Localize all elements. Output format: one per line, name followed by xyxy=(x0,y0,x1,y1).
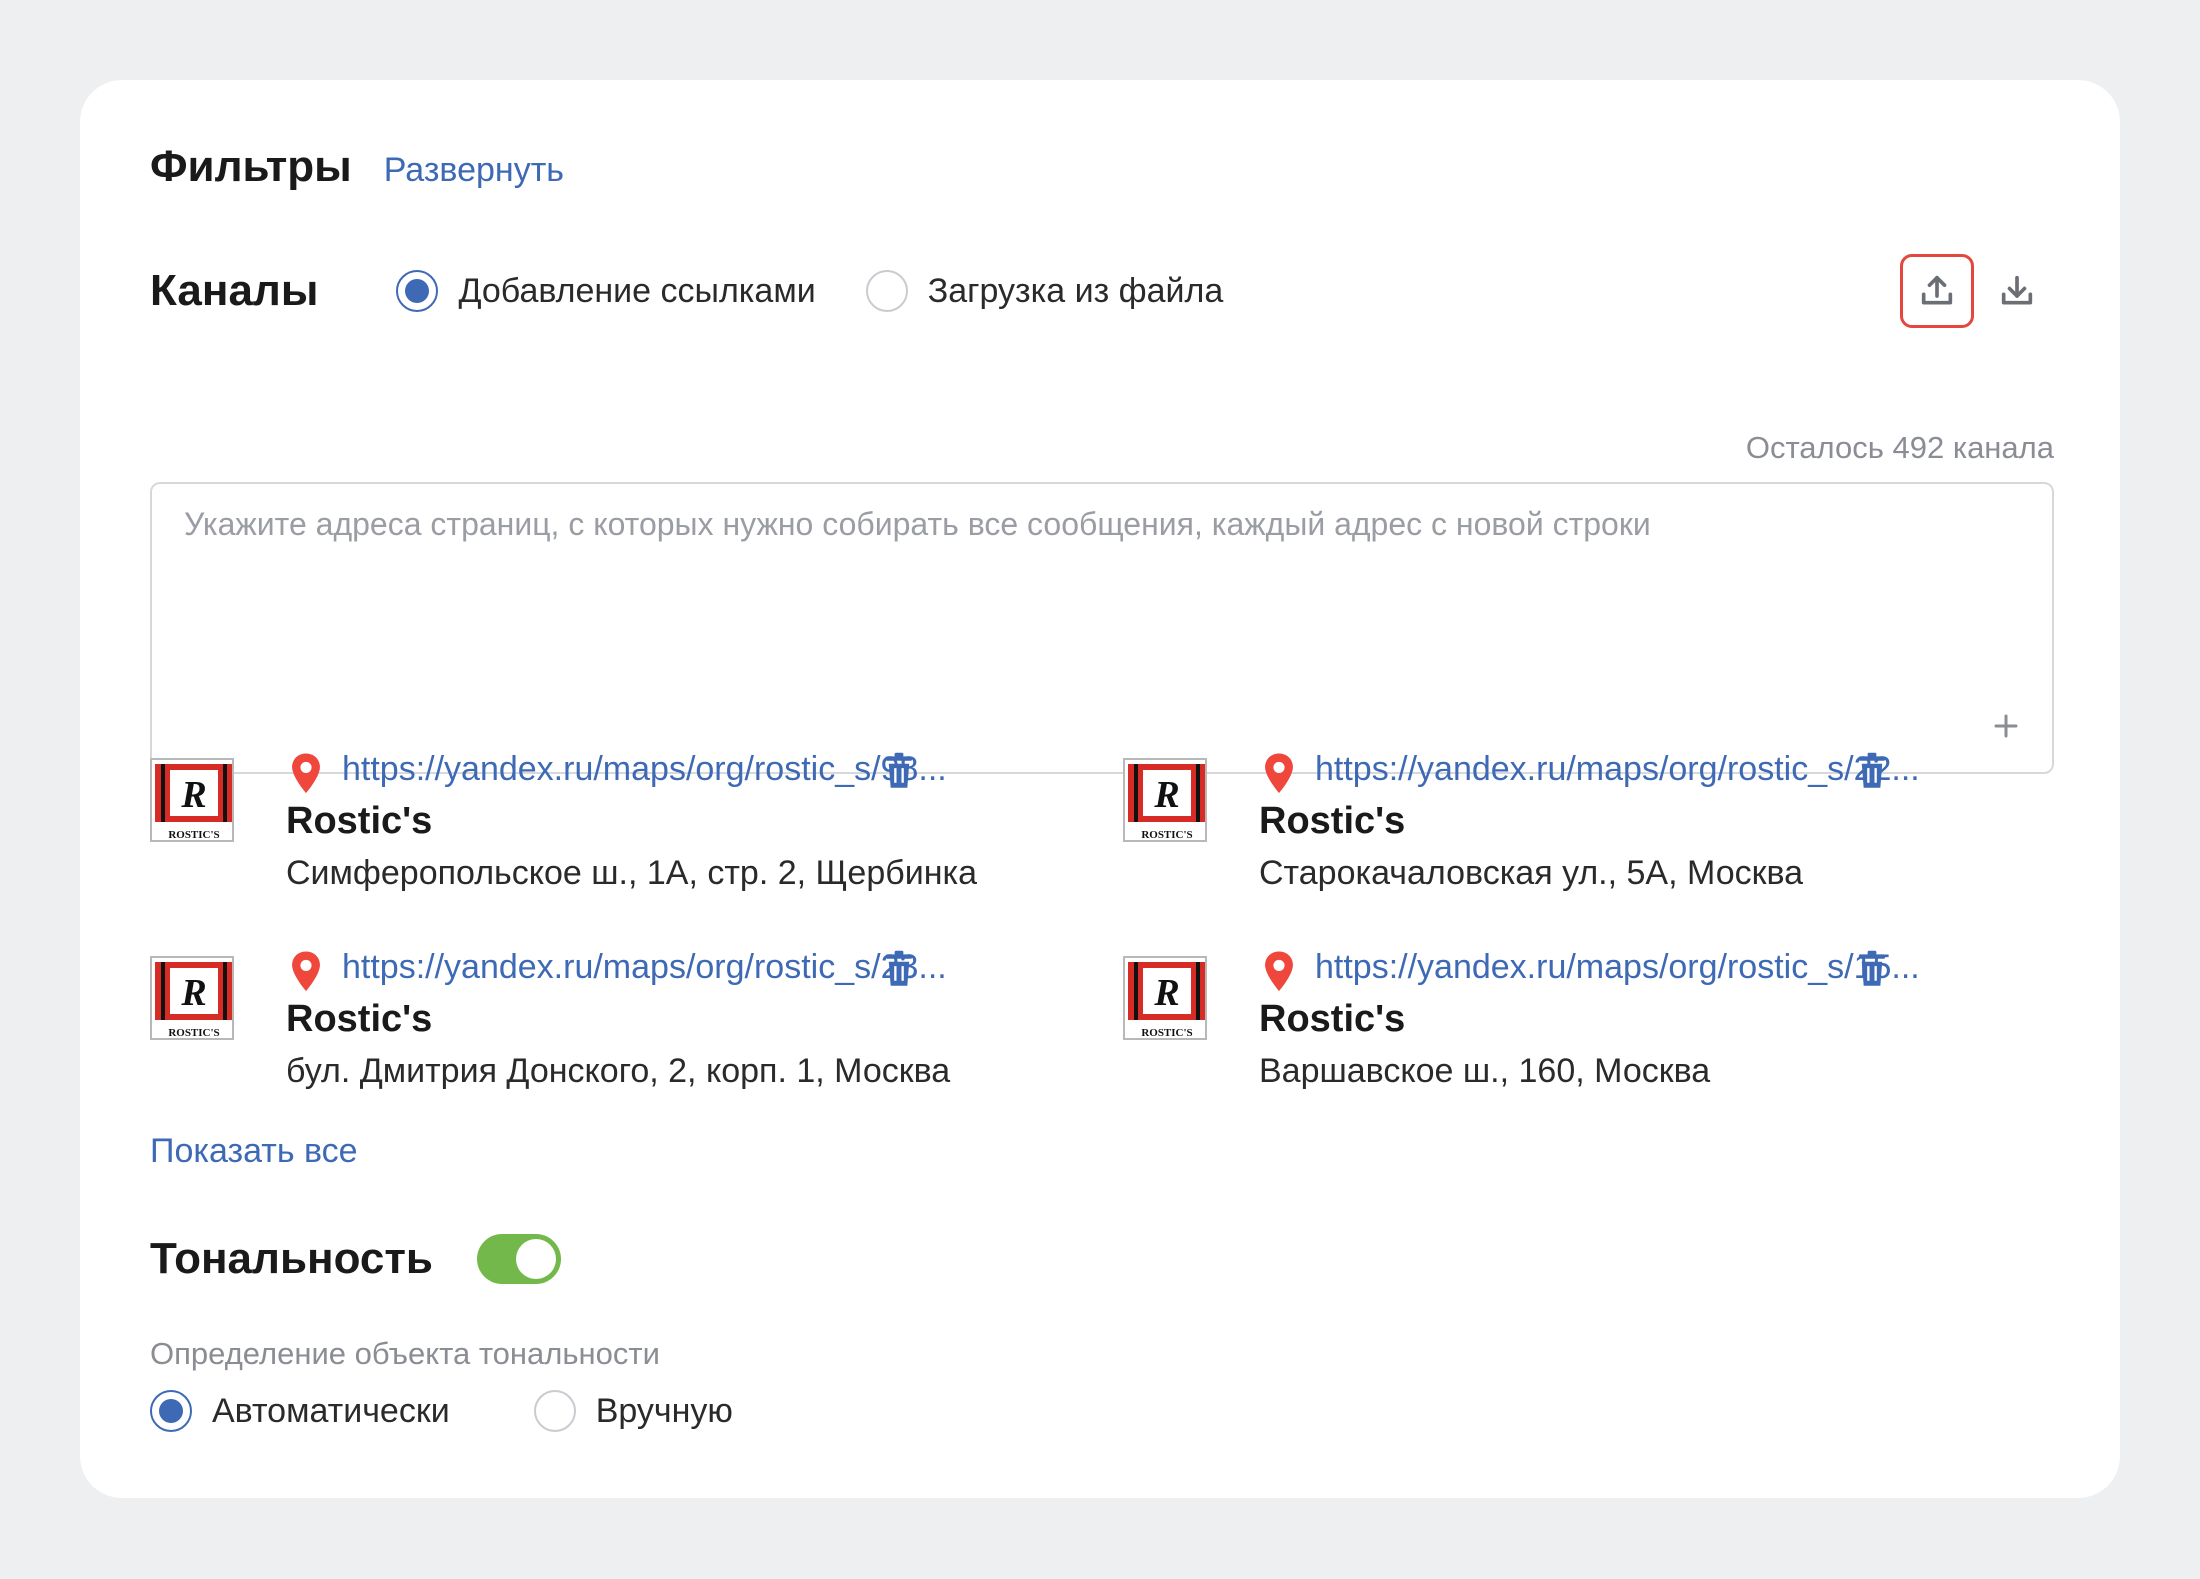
radio-upload-from-file-label: Загрузка из файла xyxy=(927,271,1224,310)
svg-text:R: R xyxy=(180,774,206,816)
channel-url-link[interactable]: https://yandex.ru/maps/org/rostic_s/98..… xyxy=(342,750,947,789)
rostics-logo: R ROSTIC'S xyxy=(150,758,234,842)
location-pin-icon xyxy=(292,951,320,992)
channel-address: Симферопольское ш., 1А, стр. 2, Щербинка xyxy=(286,854,978,892)
radio-circle[interactable] xyxy=(865,270,908,312)
remaining-channels-text: Осталось 492 канала xyxy=(1745,430,2054,465)
radio-automatic[interactable]: Автоматически xyxy=(150,1390,450,1432)
radio-manual-label: Вручную xyxy=(595,1391,733,1430)
radio-upload-from-file[interactable]: Загрузка из файла xyxy=(865,270,1224,312)
channel-item: R ROSTIC'S https://yandex.ru/maps/org/ro… xyxy=(150,750,1050,910)
channel-url-link[interactable]: https://yandex.ru/maps/org/rostic_s/15..… xyxy=(1315,948,1920,987)
radio-manual[interactable]: Вручную xyxy=(533,1390,733,1432)
links-textarea-box xyxy=(150,482,2054,774)
channels-header: Каналы Добавление ссылками Загрузка из ф… xyxy=(150,254,2054,328)
channel-address: Варшавское ш., 160, Москва xyxy=(1259,1052,1711,1090)
channel-item: R ROSTIC'S https://yandex.ru/maps/org/ro… xyxy=(1123,750,2023,910)
links-textarea[interactable] xyxy=(152,484,2052,772)
tonality-title: Тональность xyxy=(150,1234,433,1283)
trash-icon[interactable] xyxy=(884,752,914,790)
channel-url-link[interactable]: https://yandex.ru/maps/org/rostic_s/22..… xyxy=(1315,750,1920,789)
location-pin-icon xyxy=(292,753,320,794)
tonality-header: Тональность xyxy=(150,1234,561,1284)
add-link-button[interactable] xyxy=(1986,706,2026,746)
channels-title: Каналы xyxy=(150,266,319,315)
channel-item: R ROSTIC'S https://yandex.ru/maps/org/ro… xyxy=(1123,948,2023,1108)
svg-text:ROSTIC'S: ROSTIC'S xyxy=(1141,1027,1192,1039)
tonality-radio-group: Автоматически Вручную xyxy=(150,1390,733,1432)
radio-circle-checked[interactable] xyxy=(396,270,439,312)
channel-url-link[interactable]: https://yandex.ru/maps/org/rostic_s/23..… xyxy=(342,948,947,987)
channel-name: Rostic's xyxy=(1259,800,1406,842)
upload-icon xyxy=(1921,275,1953,305)
rostics-logo: R ROSTIC'S xyxy=(1123,956,1207,1040)
radio-automatic-label: Автоматически xyxy=(212,1391,450,1430)
rostics-logo: R ROSTIC'S xyxy=(1123,758,1207,842)
channel-address: бул. Дмитрия Донского, 2, корп. 1, Москв… xyxy=(286,1052,951,1090)
radio-add-by-links-label: Добавление ссылками xyxy=(458,271,816,310)
channel-name: Rostic's xyxy=(1259,998,1406,1040)
show-all-link[interactable]: Показать все xyxy=(150,1132,358,1171)
location-pin-icon xyxy=(1265,753,1293,794)
radio-add-by-links[interactable]: Добавление ссылками xyxy=(396,270,816,312)
download-button[interactable] xyxy=(1980,254,2054,328)
download-icon xyxy=(2001,275,2033,305)
svg-text:ROSTIC'S: ROSTIC'S xyxy=(1141,829,1192,841)
file-actions xyxy=(1900,254,2054,328)
upload-button[interactable] xyxy=(1900,254,1974,328)
channel-item: R ROSTIC'S https://yandex.ru/maps/org/ro… xyxy=(150,948,1050,1108)
settings-card: Фильтры Развернуть Каналы Добавление ссы… xyxy=(80,80,2120,1498)
tonality-toggle[interactable] xyxy=(476,1234,561,1284)
svg-text:R: R xyxy=(1153,774,1179,816)
filters-title: Фильтры xyxy=(150,142,352,191)
tonality-object-label: Определение объекта тональности xyxy=(150,1336,660,1371)
radio-circle[interactable] xyxy=(533,1390,576,1432)
trash-icon[interactable] xyxy=(1857,950,1887,988)
svg-text:R: R xyxy=(1153,972,1179,1014)
trash-icon[interactable] xyxy=(1857,752,1887,790)
radio-circle-checked[interactable] xyxy=(150,1390,192,1432)
toggle-knob xyxy=(515,1239,556,1279)
expand-filters-link[interactable]: Развернуть xyxy=(384,151,564,190)
svg-text:R: R xyxy=(180,972,206,1014)
channel-name: Rostic's xyxy=(286,998,433,1040)
filters-header: Фильтры Развернуть xyxy=(150,142,564,192)
svg-text:ROSTIC'S: ROSTIC'S xyxy=(168,829,219,841)
svg-text:ROSTIC'S: ROSTIC'S xyxy=(168,1027,219,1039)
trash-icon[interactable] xyxy=(884,950,914,988)
plus-icon xyxy=(1994,714,2018,738)
rostics-logo: R ROSTIC'S xyxy=(150,956,234,1040)
channels-mode-radio-group: Добавление ссылками Загрузка из файла xyxy=(396,270,1223,312)
channel-address: Старокачаловская ул., 5А, Москва xyxy=(1259,854,1804,892)
location-pin-icon xyxy=(1265,951,1293,992)
channel-name: Rostic's xyxy=(286,800,433,842)
